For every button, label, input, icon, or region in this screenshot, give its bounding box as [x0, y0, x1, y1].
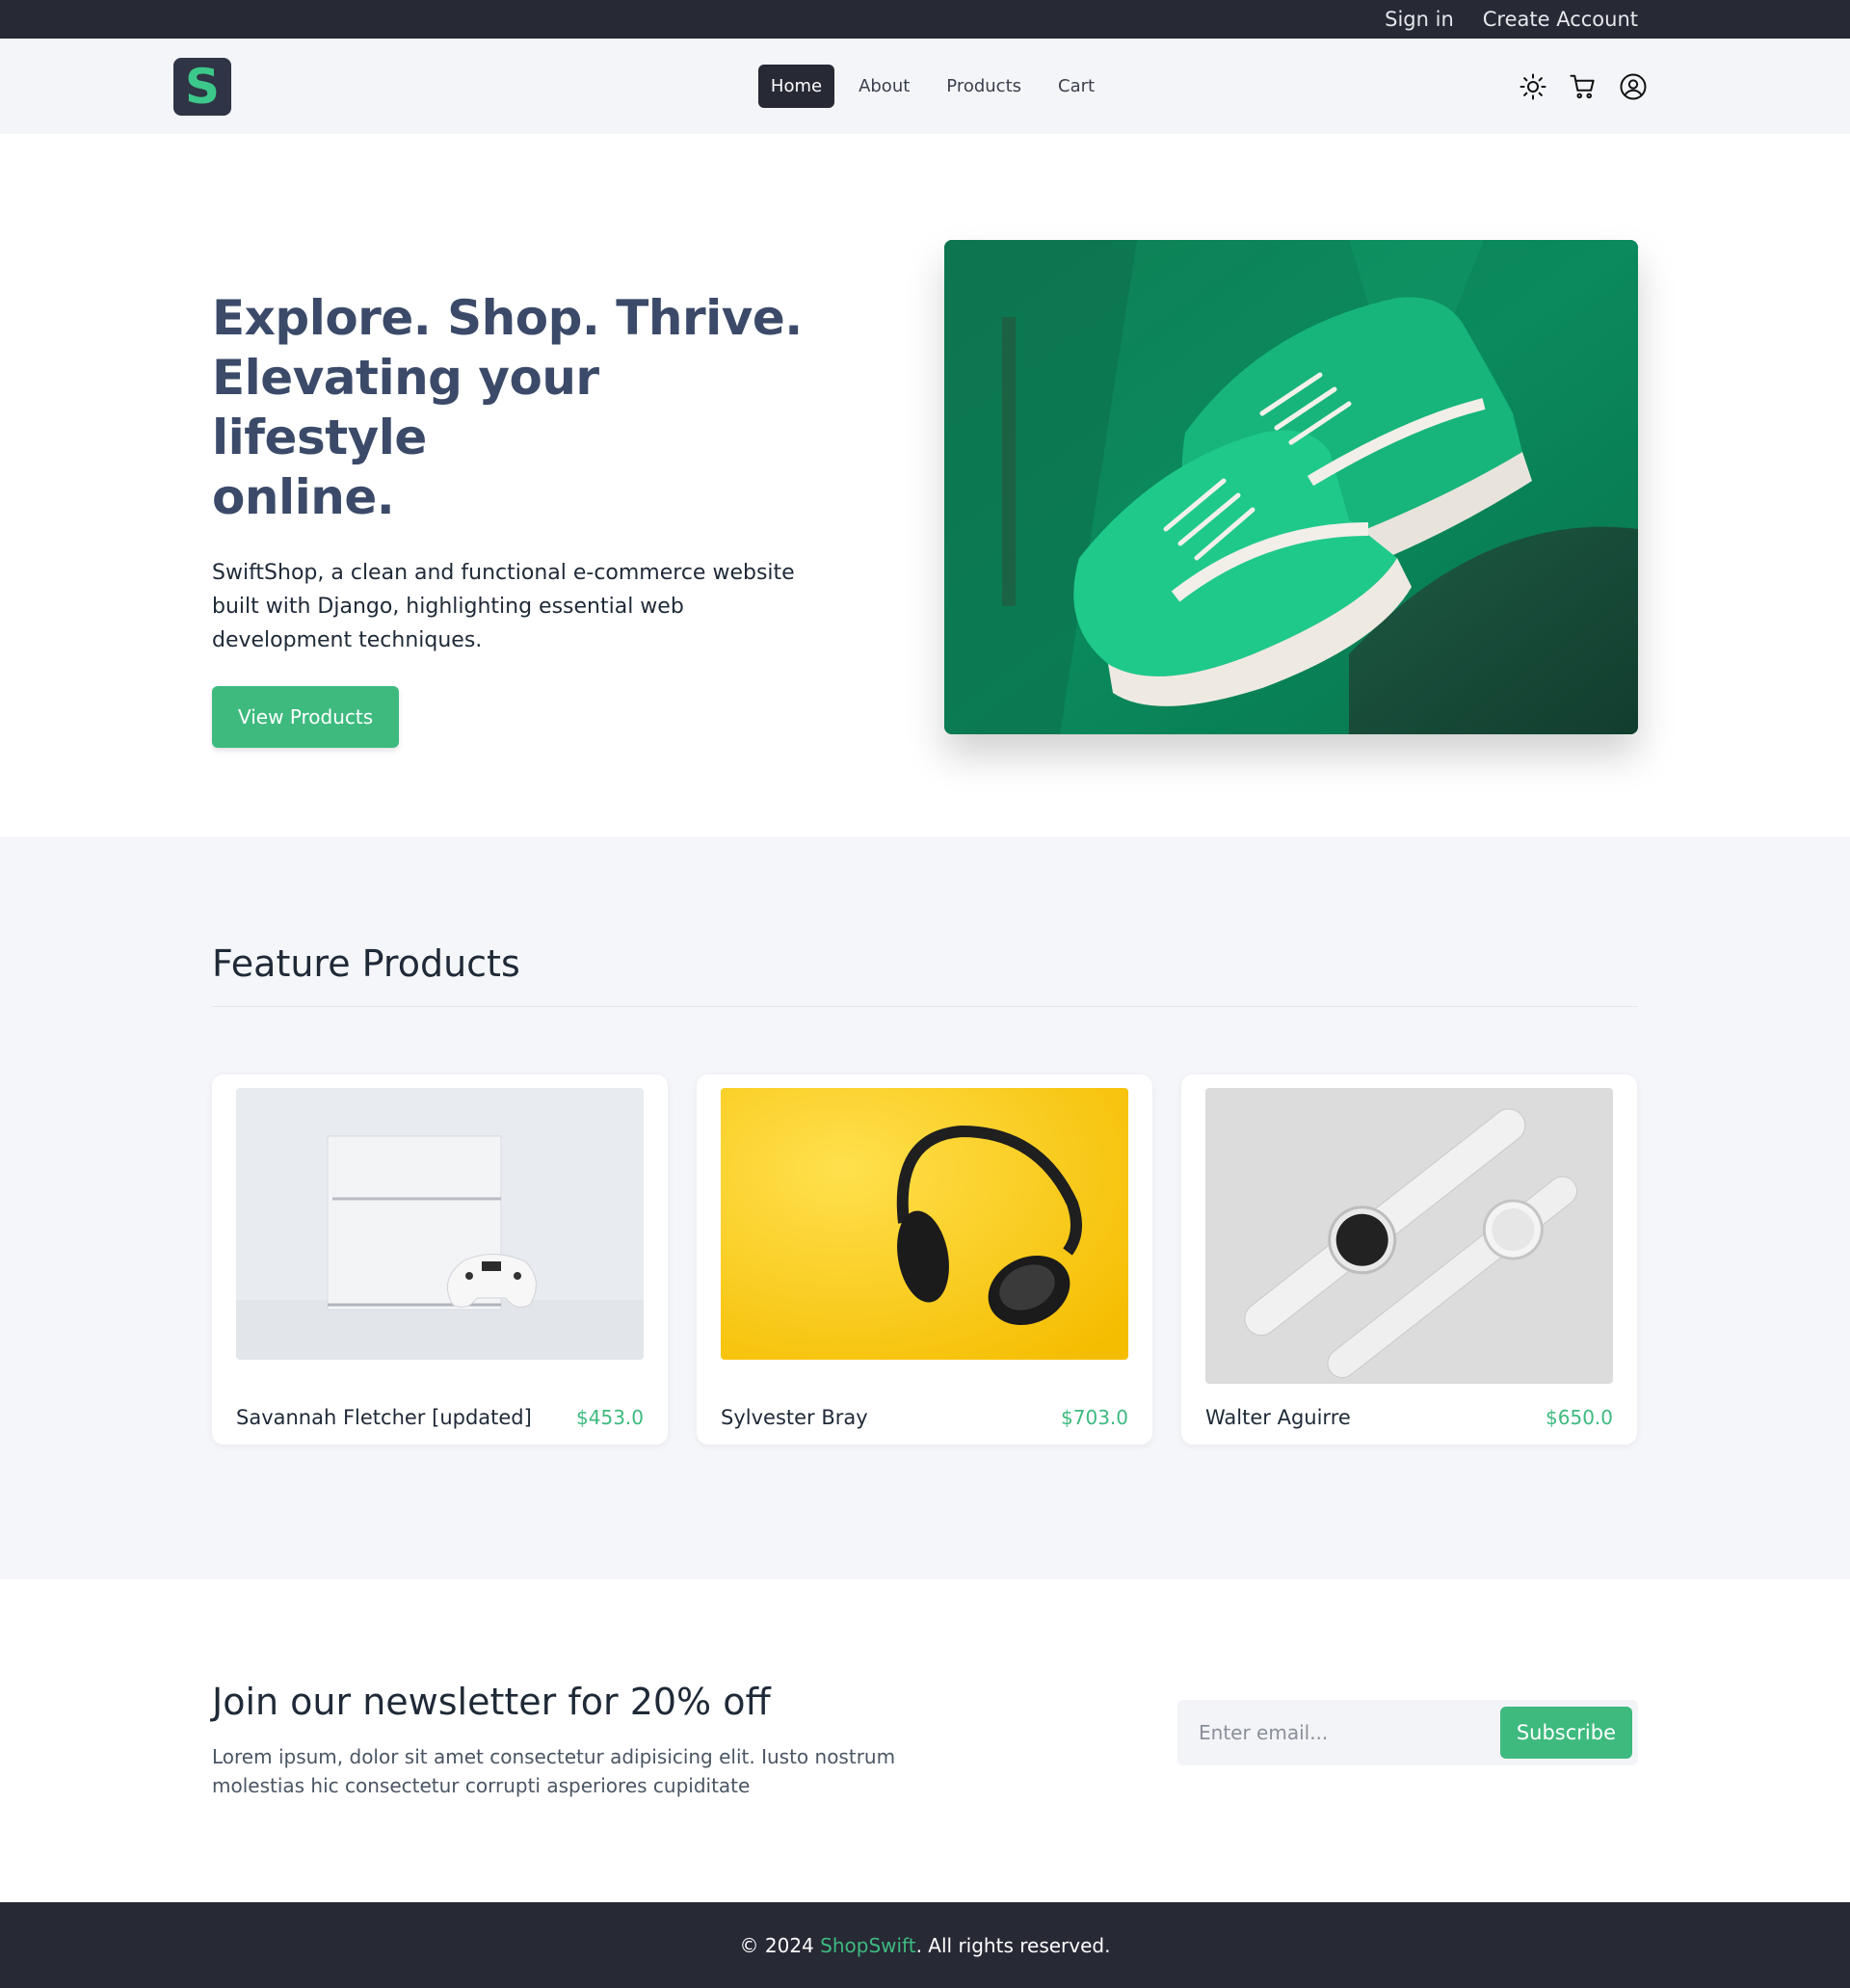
- nav-icons: [1519, 72, 1648, 101]
- newsletter-title: Join our newsletter for 20% off: [212, 1681, 771, 1723]
- newsletter-form: Subscribe: [1177, 1700, 1638, 1765]
- nav-products[interactable]: Products: [934, 65, 1034, 108]
- product-price: $703.0: [1061, 1406, 1128, 1429]
- footer-copyright: © 2024 ShopSwift. All rights reserved.: [739, 1933, 1111, 1957]
- subscribe-button[interactable]: Subscribe: [1499, 1707, 1632, 1759]
- nav-about[interactable]: About: [846, 65, 922, 108]
- product-price: $650.0: [1546, 1406, 1613, 1429]
- featured-title: Feature Products: [212, 942, 520, 985]
- product-card-footer: Walter Aguirre $650.0: [1205, 1406, 1613, 1429]
- footer-brand-link[interactable]: ShopSwift: [820, 1934, 915, 1957]
- section-divider: [212, 1006, 1638, 1007]
- product-name: Savannah Fletcher [updated]: [236, 1406, 532, 1429]
- newsletter-section: Join our newsletter for 20% off Lorem ip…: [0, 1579, 1850, 1902]
- hero-text: Explore. Shop. Thrive. Elevating your li…: [212, 240, 829, 748]
- product-card[interactable]: Walter Aguirre $650.0: [1181, 1074, 1637, 1445]
- nav-home[interactable]: Home: [757, 65, 835, 108]
- hero-title: Explore. Shop. Thrive. Elevating your li…: [212, 290, 803, 525]
- product-image-headphones: [721, 1088, 1128, 1360]
- featured-products-section: Feature Products Savannah Fletcher [upda…: [0, 836, 1850, 1579]
- product-card[interactable]: Savannah Fletcher [updated] $453.0: [212, 1074, 668, 1445]
- product-image-watches: [1205, 1088, 1613, 1384]
- hero-description: SwiftShop, a clean and functional e-comm…: [212, 561, 795, 652]
- navbar: S Home About Products Cart: [0, 39, 1850, 134]
- nav-cart[interactable]: Cart: [1045, 65, 1107, 108]
- cart-icon[interactable]: [1569, 72, 1598, 101]
- product-price: $453.0: [576, 1406, 644, 1429]
- hero-sneakers-image: [944, 240, 1638, 734]
- view-products-button[interactable]: View Products: [212, 686, 400, 748]
- product-card-footer: Savannah Fletcher [updated] $453.0: [236, 1406, 644, 1429]
- product-cards: Savannah Fletcher [updated] $453.0 Sylve…: [212, 1074, 1638, 1445]
- top-bar: Sign in Create Account: [0, 0, 1850, 39]
- newsletter-description: Lorem ipsum, dolor sit amet consectetur …: [212, 1745, 896, 1797]
- product-name: Walter Aguirre: [1205, 1406, 1351, 1429]
- email-input[interactable]: [1199, 1721, 1500, 1744]
- hero-section: Explore. Shop. Thrive. Elevating your li…: [0, 134, 1850, 836]
- product-image-console: [236, 1088, 644, 1360]
- logo[interactable]: S: [173, 57, 231, 116]
- product-name: Sylvester Bray: [721, 1406, 868, 1429]
- sign-in-link[interactable]: Sign in: [1385, 8, 1454, 31]
- logo-letter: S: [184, 58, 220, 115]
- product-card[interactable]: Sylvester Bray $703.0: [697, 1074, 1152, 1445]
- create-account-link[interactable]: Create Account: [1483, 8, 1638, 31]
- sun-icon[interactable]: [1519, 72, 1547, 101]
- main-nav: Home About Products Cart: [757, 65, 1107, 108]
- footer: © 2024 ShopSwift. All rights reserved.: [0, 1902, 1850, 1988]
- product-card-footer: Sylvester Bray $703.0: [721, 1406, 1128, 1429]
- user-circle-icon[interactable]: [1619, 72, 1648, 101]
- newsletter-text: Join our newsletter for 20% off Lorem ip…: [212, 1681, 906, 1800]
